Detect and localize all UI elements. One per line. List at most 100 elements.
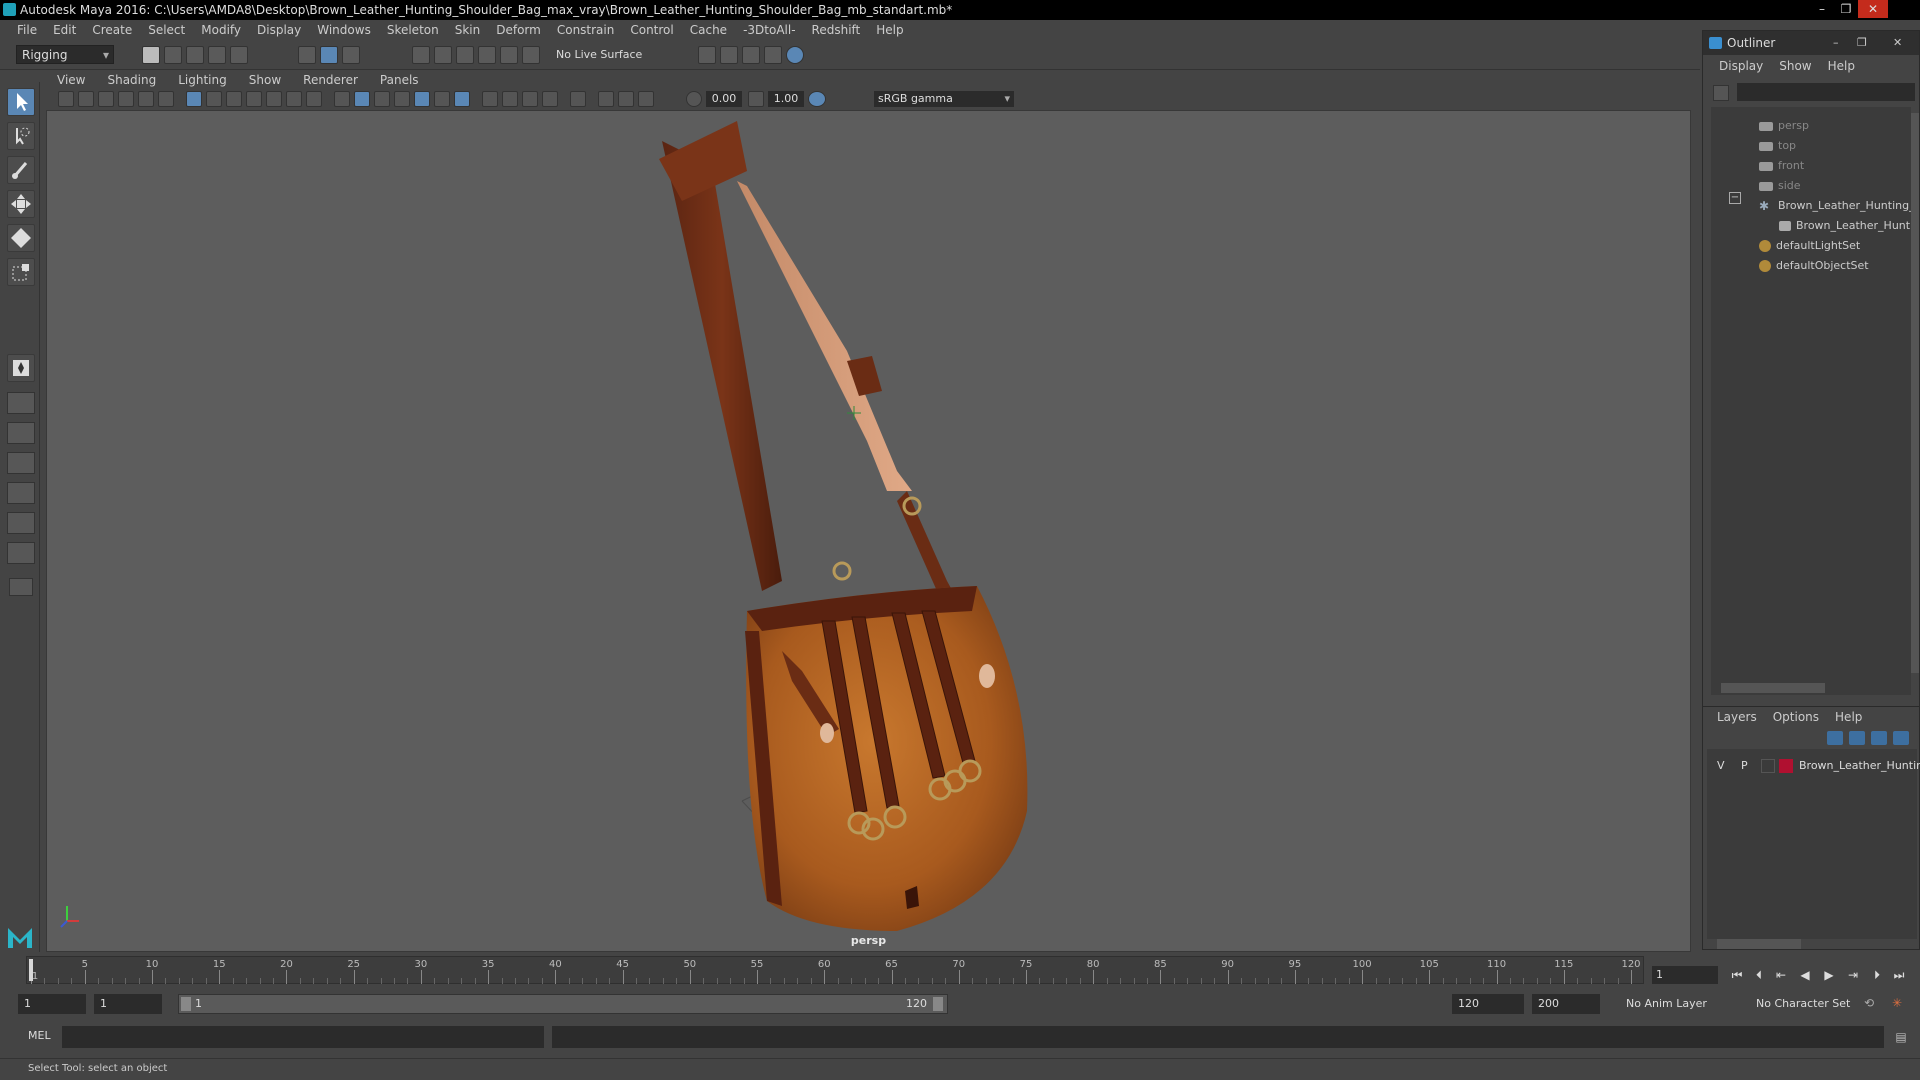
layer-menu-layers[interactable]: Layers [1711,707,1767,727]
resolution-gate-icon[interactable] [226,91,242,107]
playback-end-field[interactable]: 120 [1452,994,1524,1014]
outliner-item[interactable]: top [1759,137,1796,155]
show-manipulator-icon[interactable] [7,354,35,382]
xray-icon[interactable] [598,91,614,107]
grid-icon[interactable] [186,91,202,107]
menu-cache[interactable]: Cache [683,20,736,40]
save-scene-icon[interactable] [186,46,204,64]
scale-tool-icon[interactable] [7,258,35,286]
outliner-menu-show[interactable]: Show [1773,55,1821,77]
character-set-dropdown[interactable]: No Character Set [1750,994,1874,1014]
move-layer-down-icon[interactable] [1849,731,1865,745]
collapse-icon[interactable]: − [1729,192,1741,204]
script-editor-icon[interactable]: ▤ [1892,1028,1910,1046]
outliner-item[interactable]: defaultObjectSet [1759,257,1869,275]
open-scene-icon[interactable] [164,46,182,64]
new-empty-layer-icon[interactable] [1871,731,1887,745]
rotate-tool-icon[interactable] [7,224,35,252]
outliner-item[interactable]: defaultLightSet [1759,237,1860,255]
select-hierarchy-icon[interactable] [298,46,316,64]
new-layer-selected-icon[interactable] [1893,731,1909,745]
layout-single-pane-icon[interactable] [7,392,35,414]
menu-edit[interactable]: Edit [46,20,85,40]
move-tool-icon[interactable] [7,190,35,218]
menu-skin[interactable]: Skin [448,20,490,40]
image-plane-icon[interactable] [118,91,134,107]
outliner-vertical-scrollbar[interactable] [1911,113,1919,673]
gate-mask-icon[interactable] [246,91,262,107]
layer-display-type[interactable] [1761,759,1775,773]
layout-two-pane-icon[interactable] [7,452,35,474]
render-frame-icon[interactable] [720,46,738,64]
go-to-end-icon[interactable]: ⏭ [1890,966,1908,984]
default-lighting-icon[interactable] [374,91,390,107]
current-frame-field[interactable]: 1 [1652,966,1718,984]
isolate-select-icon[interactable] [570,91,586,107]
select-component-icon[interactable] [342,46,360,64]
camera-attributes-icon[interactable] [78,91,94,107]
layout-outliner-persp-icon[interactable] [7,482,35,504]
select-object-icon[interactable] [320,46,338,64]
menu-modify[interactable]: Modify [194,20,250,40]
outliner-item[interactable]: Brown_Leather_Hunti [1779,217,1913,235]
use-all-lights-icon[interactable] [434,91,450,107]
anim-layer-dropdown[interactable]: No Anim Layer [1620,994,1744,1014]
gamma-field[interactable]: 1.00 [768,91,804,107]
step-forward-frame-icon[interactable]: ⏵ [1868,966,1886,984]
xray-active-icon[interactable] [618,91,634,107]
screen-space-ao-icon[interactable] [482,91,498,107]
grease-pencil-icon[interactable] [158,91,174,107]
panel-menu-renderer[interactable]: Renderer [292,72,369,88]
play-backward-icon[interactable]: ◀ [1796,966,1814,984]
textured-icon[interactable] [414,91,430,107]
layer-horizontal-scrollbar[interactable] [1717,939,1801,949]
shadows-icon[interactable] [454,91,470,107]
outliner-search-input[interactable] [1737,83,1915,101]
view-transform-dropdown[interactable]: sRGB gamma [874,91,1014,107]
current-time-indicator[interactable] [29,959,33,981]
render-settings-icon[interactable] [764,46,782,64]
outliner-item[interactable]: ✱ Brown_Leather_Hunting_ [1759,197,1915,215]
outliner-close-icon[interactable]: ✕ [1893,31,1902,55]
color-management-icon[interactable] [808,91,826,107]
layout-four-pane-icon[interactable] [7,422,35,444]
menu-display[interactable]: Display [250,20,310,40]
auto-key-icon[interactable]: ⟲ [1860,994,1878,1012]
outliner-menu-help[interactable]: Help [1822,55,1865,77]
gamma-icon[interactable] [748,91,764,107]
render-view-icon[interactable] [698,46,716,64]
layout-more-icon[interactable] [9,578,33,596]
go-to-start-icon[interactable]: ⏮ [1728,966,1746,984]
menu-help[interactable]: Help [869,20,912,40]
layer-playback-toggle[interactable]: P [1741,757,1748,775]
undo-icon[interactable] [208,46,226,64]
layer-visibility-toggle[interactable]: V [1717,757,1725,775]
time-slider-track[interactable]: 1 5 10 15 20 25 30 35 40 45 50 55 60 65 70 75 80 85 90 95 10… [26,956,1644,984]
menu-windows[interactable]: Windows [310,20,380,40]
panel-menu-shading[interactable]: Shading [96,72,167,88]
safe-action-icon[interactable] [286,91,302,107]
film-gate-icon[interactable] [206,91,222,107]
hypershade-icon[interactable] [786,46,804,64]
menu-create[interactable]: Create [85,20,141,40]
layout-hypershade-icon[interactable] [7,542,35,564]
playback-start-field[interactable]: 1 [94,994,162,1014]
select-tool-icon[interactable] [7,88,35,116]
step-forward-key-icon[interactable]: ⇥ [1844,966,1862,984]
lasso-tool-icon[interactable] [7,122,35,150]
anti-aliasing-icon[interactable] [522,91,538,107]
exposure-field[interactable]: 0.00 [706,91,742,107]
menu-deform[interactable]: Deform [489,20,550,40]
playback-range-slider[interactable]: 1 120 [178,994,948,1014]
script-language-label[interactable]: MEL [28,1029,51,1042]
snap-surface-icon[interactable] [500,46,518,64]
panel-menu-panels[interactable]: Panels [369,72,430,88]
motion-blur-icon[interactable] [502,91,518,107]
restore-icon[interactable]: ❐ [1834,0,1858,18]
menu-redshift[interactable]: Redshift [805,20,870,40]
ipr-render-icon[interactable] [742,46,760,64]
wireframe-on-shaded-icon[interactable] [394,91,410,107]
field-chart-icon[interactable] [266,91,282,107]
menu-constrain[interactable]: Constrain [550,20,624,40]
command-input[interactable] [62,1026,544,1048]
